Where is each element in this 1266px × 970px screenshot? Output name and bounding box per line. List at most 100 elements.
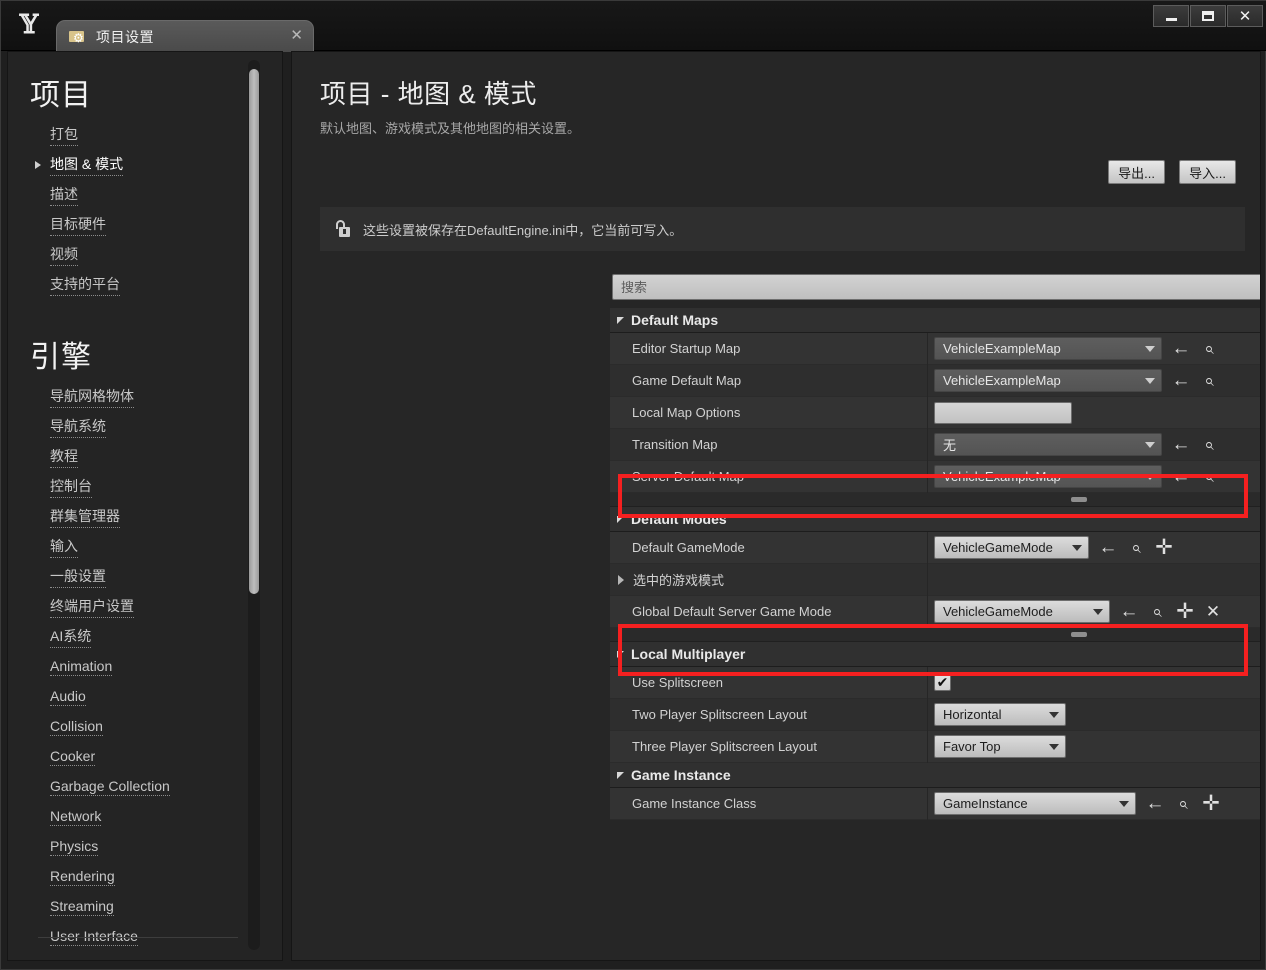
- reset-arrow-icon[interactable]: ←: [1099, 538, 1118, 557]
- dropdown-editor-startup-map[interactable]: VehicleExampleMap: [934, 337, 1162, 360]
- category-header-local-multiplayer[interactable]: Local Multiplayer: [610, 642, 1260, 667]
- checkbox-use-splitscreen[interactable]: ✔: [934, 674, 951, 691]
- chevron-down-icon[interactable]: [1049, 711, 1059, 718]
- sidebar-item-network[interactable]: Network: [8, 802, 246, 832]
- property-row[interactable]: Three Player Splitscreen Layout Favor Top: [610, 730, 1260, 763]
- property-row[interactable]: Global Default Server Game Mode VehicleGa…: [610, 595, 1260, 628]
- chevron-down-icon[interactable]: [1049, 743, 1059, 750]
- minimize-button[interactable]: [1153, 5, 1189, 27]
- dropdown-three-player-splitscreen-layout[interactable]: Favor Top: [934, 735, 1066, 758]
- browse-icon[interactable]: ⌕: [1200, 371, 1218, 390]
- property-row[interactable]: Game Default Map VehicleExampleMap ← ⌕: [610, 364, 1260, 397]
- chevron-down-icon[interactable]: [617, 771, 624, 779]
- add-icon[interactable]: ✛: [1155, 537, 1173, 558]
- sidebar-item-群集管理器[interactable]: 群集管理器: [8, 502, 246, 532]
- sidebar-item-ai系统[interactable]: AI系统: [8, 622, 246, 652]
- browse-icon[interactable]: ⌕: [1200, 467, 1218, 486]
- chevron-down-icon[interactable]: [1119, 800, 1129, 807]
- settings-sidebar[interactable]: 项目 打包 地图 & 模式 描述 目标硬件 视频 支持的平台 引擎 导航网格物体 导航系统 教程 控制…: [7, 51, 283, 961]
- sidebar-item-animation[interactable]: Animation: [8, 652, 246, 682]
- sidebar-item-地图-&-模式[interactable]: 地图 & 模式: [8, 150, 246, 180]
- property-row[interactable]: Editor Startup Map VehicleExampleMap ← ⌕: [610, 332, 1260, 365]
- reset-arrow-icon[interactable]: ←: [1146, 794, 1165, 813]
- chevron-down-icon[interactable]: [617, 515, 624, 523]
- chevron-down-icon[interactable]: [1145, 345, 1155, 352]
- browse-icon[interactable]: ⌕: [1127, 538, 1145, 557]
- property-row[interactable]: Local Map Options: [610, 396, 1260, 429]
- sidebar-item-一般设置[interactable]: 一般设置: [8, 562, 246, 592]
- sidebar-item-cooker[interactable]: Cooker: [8, 742, 246, 772]
- property-row[interactable]: 选中的游戏模式: [610, 563, 1260, 596]
- search-input[interactable]: [621, 279, 1260, 295]
- sidebar-item-audio[interactable]: Audio: [8, 682, 246, 712]
- text-input-local-map-options[interactable]: [934, 401, 1072, 424]
- dropdown-server-default-map[interactable]: VehicleExampleMap: [934, 465, 1162, 488]
- splitter-grip[interactable]: [1071, 632, 1087, 637]
- sidebar-item-导航网格物体[interactable]: 导航网格物体: [8, 382, 246, 412]
- dropdown-two-player-splitscreen-layout[interactable]: Horizontal: [934, 703, 1066, 726]
- browse-icon[interactable]: ⌕: [1200, 339, 1218, 358]
- chevron-down-icon[interactable]: [1145, 441, 1155, 448]
- property-row[interactable]: Default GameMode VehicleGameMode ← ⌕ ✛: [610, 531, 1260, 564]
- property-row[interactable]: Transition Map 无 ← ⌕: [610, 428, 1260, 461]
- window-close-button[interactable]: ✕: [1227, 5, 1263, 27]
- chevron-right-icon[interactable]: [618, 574, 624, 585]
- export-button[interactable]: 导出...: [1108, 160, 1165, 184]
- reset-arrow-icon[interactable]: ←: [1172, 371, 1191, 390]
- sidebar-item-导航系统[interactable]: 导航系统: [8, 412, 246, 442]
- chevron-right-icon[interactable]: [35, 161, 41, 169]
- sidebar-item-终端用户设置[interactable]: 终端用户设置: [8, 592, 246, 622]
- dropdown-game-default-map[interactable]: VehicleExampleMap: [934, 369, 1162, 392]
- splitter-grip[interactable]: [1071, 497, 1087, 502]
- reset-arrow-icon[interactable]: ←: [1172, 435, 1191, 454]
- maximize-button[interactable]: [1190, 5, 1226, 27]
- search-box[interactable]: ⌕: [612, 274, 1260, 300]
- section-splitter[interactable]: [610, 628, 1260, 642]
- sidebar-item-支持的平台[interactable]: 支持的平台: [8, 270, 246, 300]
- import-button[interactable]: 导入...: [1179, 160, 1236, 184]
- reset-arrow-icon[interactable]: ←: [1172, 339, 1191, 358]
- add-icon[interactable]: ✛: [1176, 601, 1194, 622]
- category-header-default-maps[interactable]: Default Maps: [610, 308, 1260, 333]
- property-row[interactable]: Two Player Splitscreen Layout Horizontal: [610, 698, 1260, 731]
- sidebar-item-视频[interactable]: 视频: [8, 240, 246, 270]
- chevron-down-icon[interactable]: [1072, 544, 1082, 551]
- property-row[interactable]: Server Default Map VehicleExampleMap ← ⌕: [610, 460, 1260, 493]
- reset-arrow-icon[interactable]: ←: [1172, 467, 1191, 486]
- category-header-game-instance[interactable]: Game Instance: [610, 763, 1260, 788]
- sidebar-item-streaming[interactable]: Streaming: [8, 892, 246, 922]
- dropdown-transition-map[interactable]: 无: [934, 433, 1162, 456]
- reset-arrow-icon[interactable]: ←: [1120, 602, 1139, 621]
- category-header-default-modes[interactable]: Default Modes: [610, 507, 1260, 532]
- sidebar-item-目标硬件[interactable]: 目标硬件: [8, 210, 246, 240]
- tab-project-settings[interactable]: ⚙ 项目设置 ✕: [56, 20, 314, 52]
- chevron-down-icon[interactable]: [617, 650, 624, 658]
- sidebar-item-教程[interactable]: 教程: [8, 442, 246, 472]
- dropdown-global-default-server-game-mode[interactable]: VehicleGameMode: [934, 600, 1110, 623]
- sidebar-scrollbar-thumb[interactable]: [249, 69, 259, 594]
- browse-icon[interactable]: ⌕: [1174, 794, 1192, 813]
- browse-icon[interactable]: ⌕: [1148, 602, 1166, 621]
- sidebar-item-控制台[interactable]: 控制台: [8, 472, 246, 502]
- sidebar-item-输入[interactable]: 输入: [8, 532, 246, 562]
- sidebar-item-garbage-collection[interactable]: Garbage Collection: [8, 772, 246, 802]
- sidebar-item-collision[interactable]: Collision: [8, 712, 246, 742]
- clear-icon[interactable]: ✕: [1204, 603, 1222, 621]
- chevron-down-icon[interactable]: [1093, 608, 1103, 615]
- dropdown-default-gamemode[interactable]: VehicleGameMode: [934, 536, 1089, 559]
- sidebar-item-打包[interactable]: 打包: [8, 120, 246, 150]
- section-splitter[interactable]: [610, 493, 1260, 507]
- property-row[interactable]: Game Instance Class GameInstance ← ⌕ ✛: [610, 787, 1260, 820]
- dropdown-game-instance-class[interactable]: GameInstance: [934, 792, 1136, 815]
- chevron-down-icon[interactable]: [1145, 377, 1155, 384]
- sidebar-item-rendering[interactable]: Rendering: [8, 862, 246, 892]
- add-icon[interactable]: ✛: [1202, 793, 1220, 814]
- sidebar-item-physics[interactable]: Physics: [8, 832, 246, 862]
- property-row[interactable]: Use Splitscreen ✔: [610, 666, 1260, 699]
- close-icon[interactable]: ✕: [290, 28, 303, 44]
- chevron-down-icon[interactable]: [617, 316, 624, 324]
- browse-icon[interactable]: ⌕: [1200, 435, 1218, 454]
- sidebar-scrollbar[interactable]: [248, 60, 260, 950]
- chevron-down-icon[interactable]: [1145, 473, 1155, 480]
- sidebar-item-描述[interactable]: 描述: [8, 180, 246, 210]
